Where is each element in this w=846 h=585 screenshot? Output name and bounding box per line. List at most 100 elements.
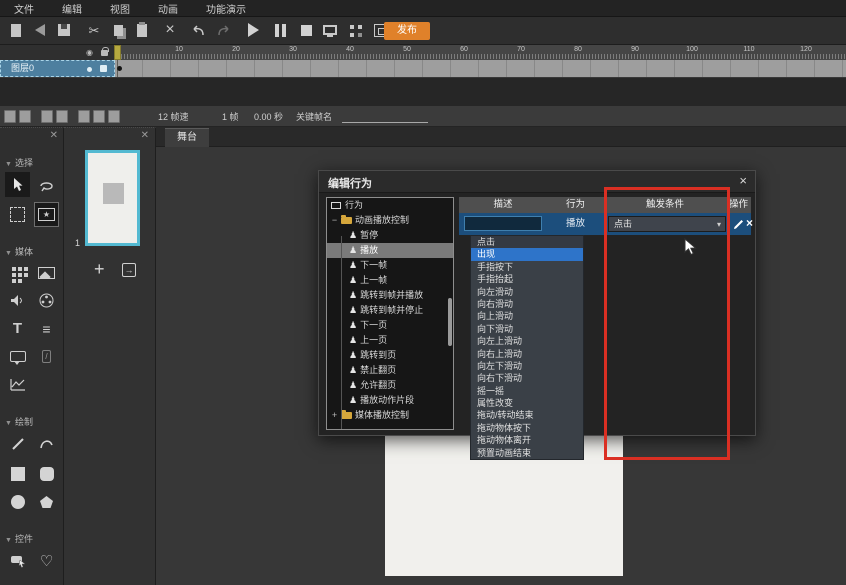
collapse-icon[interactable]: − (331, 213, 338, 228)
dropdown-option-finger-down[interactable]: 手指按下 (471, 261, 583, 273)
tree-item-disable-flip[interactable]: ♟禁止翻页 (327, 363, 453, 378)
tree-item-goto-page[interactable]: ♟跳转到页 (327, 348, 453, 363)
dropdown-option-swipe-right[interactable]: 向右滑动 (471, 298, 583, 310)
tree-item-play-action-clip[interactable]: ♟播放动作片段 (327, 393, 453, 408)
cut-button[interactable]: ✂ (84, 20, 104, 40)
dialog-close-button[interactable]: × (739, 174, 747, 188)
tree-item-play[interactable]: ♟播放 (327, 243, 453, 258)
layer-visibility-dot[interactable] (87, 67, 92, 72)
section-media[interactable]: ▼媒体 (5, 245, 33, 258)
dropdown-option-swipe-left[interactable]: 向左滑动 (471, 286, 583, 298)
section-select[interactable]: ▼选择 (5, 156, 33, 169)
timeline-ruler[interactable]: 10 20 30 40 50 60 70 80 90 100 110 120 (115, 45, 846, 60)
tool-text[interactable]: T (5, 316, 30, 341)
dropdown-option-drag-object-down[interactable]: 拖动物体按下 (471, 422, 583, 434)
tree-item-goto-frame-play[interactable]: ♟跳转到帧并播放 (327, 288, 453, 303)
preview-button[interactable] (320, 20, 340, 40)
publish-button[interactable]: 发布 (384, 22, 430, 40)
copy-keyframe-button[interactable] (56, 110, 68, 123)
dropdown-option-swipe-downright[interactable]: 向右下滑动 (471, 372, 583, 384)
tree-item-next-page[interactable]: ♟下一页 (327, 318, 453, 333)
tree-item-allow-flip[interactable]: ♟允许翻页 (327, 378, 453, 393)
add-page-button[interactable]: + (94, 260, 105, 278)
layer-row[interactable]: 图层0 (0, 60, 115, 77)
duplicate-page-button[interactable]: → (122, 263, 136, 277)
tree-group-animation-control[interactable]: − 动画播放控制 (327, 213, 453, 228)
menu-file[interactable]: 文件 (0, 1, 48, 16)
tree-scrollbar[interactable] (448, 298, 452, 346)
dropdown-option-property-change[interactable]: 属性改变 (471, 397, 583, 409)
tool-rectangle[interactable] (5, 461, 30, 486)
menu-edit[interactable]: 编辑 (48, 1, 96, 16)
qr-preview-button[interactable] (345, 20, 365, 40)
tree-group-media-control[interactable]: + 媒体播放控制 (327, 408, 453, 423)
insert-blank-keyframe-button[interactable] (93, 110, 105, 123)
redo-button[interactable] (214, 20, 234, 40)
dropdown-option-swipe-up[interactable]: 向上滑动 (471, 310, 583, 322)
tool-paragraph[interactable]: ≡ (34, 316, 59, 341)
section-draw[interactable]: ▼绘制 (5, 415, 33, 428)
tool-image[interactable] (34, 260, 59, 285)
layer-track[interactable] (115, 60, 846, 77)
page-thumbnail[interactable] (85, 150, 140, 246)
convert-keyframe-button[interactable] (108, 110, 120, 123)
dropdown-option-shake[interactable]: 摇一摇 (471, 385, 583, 397)
paste-button[interactable] (132, 20, 152, 40)
tool-select-arrow[interactable] (5, 172, 30, 197)
menu-view[interactable]: 视图 (96, 1, 144, 16)
tool-line[interactable] (5, 431, 30, 456)
playhead[interactable] (114, 45, 121, 60)
tree-item-next-frame[interactable]: ♟下一帧 (327, 258, 453, 273)
expand-icon[interactable]: + (331, 408, 338, 423)
tree-item-prev-page[interactable]: ♟上一页 (327, 333, 453, 348)
tool-lasso[interactable] (34, 172, 59, 197)
dropdown-option-swipe-upleft[interactable]: 向左上滑动 (471, 335, 583, 347)
tool-heart-widget[interactable]: ♡ (34, 548, 59, 573)
tool-button-widget[interactable] (5, 548, 30, 573)
tool-embed[interactable]: / (34, 344, 59, 369)
delete-button[interactable]: × (160, 20, 180, 40)
stop-button[interactable] (296, 20, 316, 40)
behavior-table-row[interactable]: 播放 点击 ▾ × (459, 213, 751, 235)
import-button[interactable] (30, 20, 50, 40)
dropdown-option-swipe-down[interactable]: 向下滑动 (471, 323, 583, 335)
play-button[interactable] (243, 20, 263, 40)
dropdown-option-swipe-downleft[interactable]: 向左下滑动 (471, 360, 583, 372)
dropdown-option-drag-object-leave[interactable]: 拖动物体离开 (471, 434, 583, 446)
description-input[interactable] (464, 216, 542, 231)
dropdown-option-click[interactable]: 点击 (471, 236, 583, 248)
dialog-title-bar[interactable]: 编辑行为 × (319, 171, 755, 193)
save-button[interactable] (54, 20, 74, 40)
pause-button[interactable] (270, 20, 290, 40)
menu-feature-demo[interactable]: 功能演示 (192, 1, 260, 16)
tool-curve[interactable] (34, 431, 59, 456)
dropdown-option-preset-anim-end[interactable]: 预置动画结束 (471, 447, 583, 459)
dropdown-option-finger-up[interactable]: 手指抬起 (471, 273, 583, 285)
tools-panel-close-icon[interactable]: ✕ (50, 131, 58, 141)
tree-item-pause[interactable]: ♟暂停 (327, 228, 453, 243)
edit-row-button[interactable] (733, 217, 744, 235)
copy-button[interactable] (108, 20, 128, 40)
tool-callout[interactable] (5, 344, 30, 369)
layer-lock-icon[interactable] (100, 65, 107, 72)
remove-frame-button[interactable] (19, 110, 31, 123)
lock-icon[interactable] (101, 50, 108, 56)
tool-transform[interactable]: ★ (34, 202, 59, 227)
pages-panel-close-icon[interactable]: ✕ (141, 131, 149, 141)
insert-keyframe-button[interactable] (78, 110, 90, 123)
tool-ellipse[interactable] (5, 489, 30, 514)
tree-item-goto-frame-stop[interactable]: ♟跳转到帧并停止 (327, 303, 453, 318)
tool-blocks[interactable] (5, 260, 30, 285)
dropdown-option-swipe-upright[interactable]: 向右上滑动 (471, 348, 583, 360)
keyframe-name-input[interactable] (342, 122, 428, 123)
delete-keyframe-button[interactable] (41, 110, 53, 123)
section-widgets[interactable]: ▼控件 (5, 532, 33, 545)
tool-chart[interactable] (5, 372, 30, 397)
tool-marquee[interactable] (5, 202, 30, 227)
delete-row-button[interactable]: × (746, 216, 753, 230)
tool-video[interactable] (34, 288, 59, 313)
tool-polygon[interactable] (34, 489, 59, 514)
dropdown-option-drag-rotate-end[interactable]: 拖动/转动结束 (471, 409, 583, 421)
tab-stage[interactable]: 舞台 (165, 128, 209, 147)
insert-frame-button[interactable] (4, 110, 16, 123)
